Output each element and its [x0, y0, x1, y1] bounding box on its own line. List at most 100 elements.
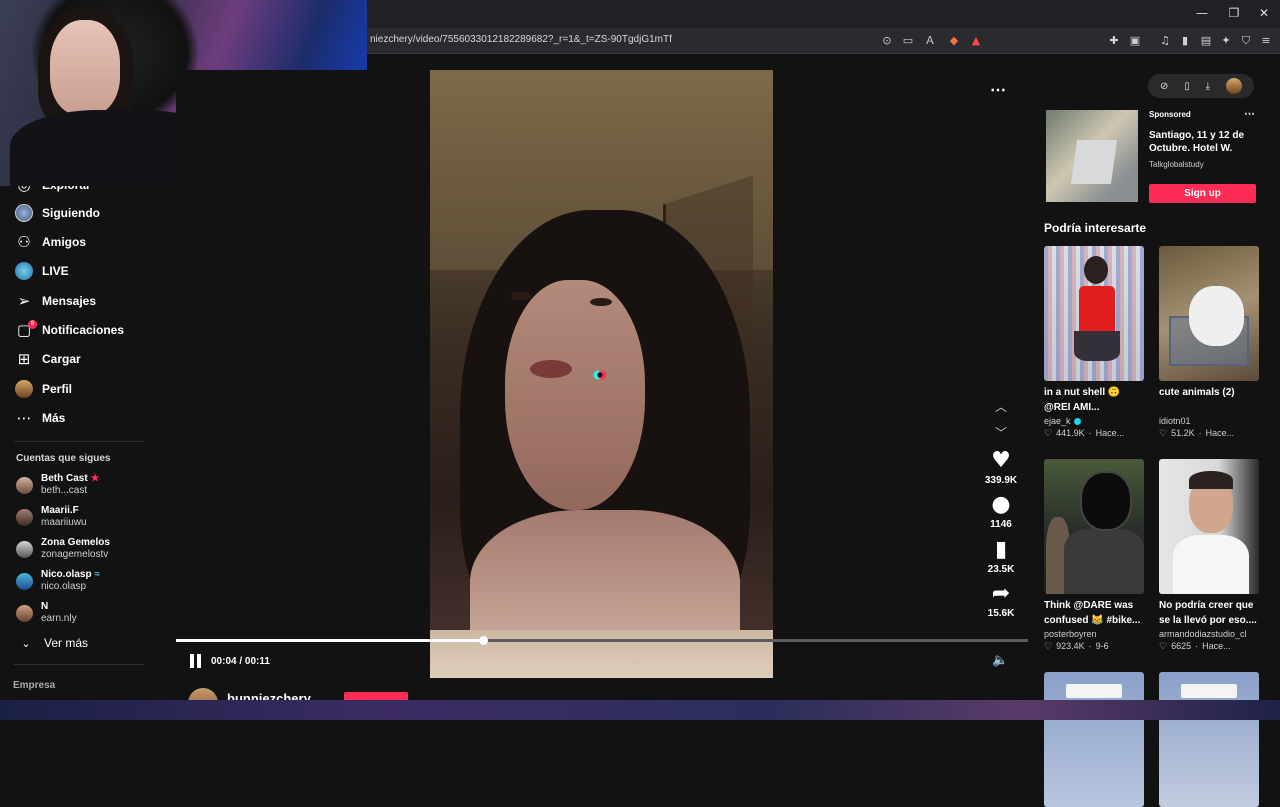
comment-button[interactable]: ● 1146: [980, 492, 1022, 531]
following-section-title: Cuentas que sigues: [16, 453, 111, 464]
card-thumbnail[interactable]: [1159, 672, 1259, 807]
card-author[interactable]: armandodiazstudio_cl: [1159, 629, 1247, 639]
card-author[interactable]: idiotn01: [1159, 416, 1191, 426]
menu-icon[interactable]: ≡: [1258, 33, 1274, 49]
extensions-icon[interactable]: ✚: [1106, 33, 1122, 49]
sidebar-item-label: Perfil: [42, 382, 73, 396]
save-count: 23.5K: [987, 564, 1015, 575]
vpn-icon[interactable]: ⛉: [1238, 33, 1254, 49]
restore-button[interactable]: ❐: [1224, 5, 1244, 21]
following-account[interactable]: Maarii.F maariiuwu: [16, 504, 87, 530]
sidebar-item-mensajes[interactable]: ➢ Mensajes: [14, 290, 96, 312]
heart-icon: ♥: [991, 448, 1011, 473]
ad-title[interactable]: Santiago, 11 y 12 de Octubre. Hotel W.: [1149, 129, 1261, 155]
suggestion-card[interactable]: Think @DARE was confused 😹 #bike... post…: [1044, 459, 1144, 652]
card-title[interactable]: Think @DARE was confused 😹 #bike...: [1044, 598, 1144, 628]
sidebar-item-live[interactable]: LIVE: [14, 260, 69, 282]
save-button[interactable]: ▮ 23.5K: [980, 538, 1022, 576]
progress-handle[interactable]: [479, 636, 488, 645]
download-icon[interactable]: ⤓: [1206, 81, 1210, 92]
coin-icon[interactable]: ⊘: [1160, 81, 1168, 92]
card-author[interactable]: posterboyren: [1044, 629, 1097, 639]
account-handle: beth...cast: [41, 485, 88, 496]
previous-video-icon[interactable]: ︿: [991, 398, 1011, 414]
suggestion-card[interactable]: in a nut shell 🙃 @REI AMI... ejae_k ♡ 441…: [1044, 246, 1144, 439]
card-thumbnail[interactable]: [1044, 246, 1144, 381]
card-date: Hace...: [1202, 641, 1231, 651]
card-likes: 6625: [1171, 641, 1192, 651]
sidebar-item-cargar[interactable]: ⊞ Cargar: [14, 348, 81, 370]
like-count: 339.9K: [984, 475, 1018, 486]
pause-icon[interactable]: [190, 654, 204, 668]
account-handle: maariiuwu: [41, 517, 87, 528]
heart-icon: ♡: [1044, 428, 1053, 438]
sidebar-item-label: Cargar: [42, 352, 81, 366]
sidebar-item-mas[interactable]: ⋯ Más: [14, 407, 66, 429]
suggestion-card[interactable]: [1044, 672, 1144, 807]
ai-icon[interactable]: ✦: [1218, 33, 1234, 49]
minimize-button[interactable]: —: [1192, 5, 1212, 21]
share-button[interactable]: ➦ 15.6K: [980, 582, 1022, 620]
company-link[interactable]: Empresa: [13, 680, 55, 691]
ad-thumbnail[interactable]: [1046, 110, 1138, 202]
rewards-icon[interactable]: ▲: [968, 33, 984, 49]
comment-icon: ●: [991, 492, 1011, 517]
profile-avatar: [14, 379, 34, 399]
suggestions-title: Podría interesarte: [1044, 221, 1147, 235]
more-options-icon[interactable]: ⋯: [990, 80, 1007, 100]
music-icon[interactable]: ♫: [1157, 33, 1173, 49]
see-more-button[interactable]: ⌄ Ver más: [16, 632, 88, 654]
following-account[interactable]: Nearn.nly: [16, 600, 77, 626]
sidebar-item-label: LIVE: [42, 264, 69, 278]
suggestion-card[interactable]: No podría creer que se la llevó por eso.…: [1159, 459, 1259, 652]
notification-badge: 8: [28, 320, 37, 329]
friends-icon: ⚇: [17, 233, 31, 251]
close-window-button[interactable]: ✕: [1254, 5, 1274, 21]
sidebar-item-siguiendo[interactable]: Siguiendo: [14, 202, 100, 224]
progress-fill: [176, 639, 483, 642]
card-likes: 51.2K: [1171, 428, 1195, 438]
user-avatar[interactable]: [1226, 78, 1242, 94]
screenshot-icon[interactable]: ▣: [1127, 33, 1143, 49]
card-title[interactable]: cute animals (2): [1159, 385, 1259, 415]
ad-advertiser: Talkglobalstudy: [1149, 160, 1204, 169]
loading-spinner-icon: [593, 370, 607, 380]
broadcast-icon[interactable]: ⊙: [879, 33, 895, 49]
suggestion-card[interactable]: [1159, 672, 1259, 807]
suggestion-card[interactable]: cute animals (2) idiotn01 ♡ 51.2K · Hace...: [1159, 246, 1259, 439]
account-name: Maarii.F: [41, 505, 79, 516]
card-thumbnail[interactable]: [1159, 459, 1259, 594]
signup-button[interactable]: Sign up: [1149, 184, 1256, 203]
like-button[interactable]: ♥ 339.9K: [980, 448, 1022, 487]
cast-icon[interactable]: ▭: [900, 33, 916, 49]
url-text[interactable]: niezchery/video/7556033012182289682?_r=1…: [370, 34, 672, 45]
following-account[interactable]: Nico.olasp ≈ nico.olasp: [16, 568, 100, 594]
phone-icon[interactable]: ▯: [1184, 81, 1190, 92]
sidebar-item-label: Mensajes: [42, 294, 97, 308]
translate-icon[interactable]: Ａ: [922, 33, 938, 49]
card-author[interactable]: ejae_k: [1044, 416, 1071, 426]
next-video-icon[interactable]: ﹀: [991, 424, 1011, 440]
sidebar-item-label: Siguiendo: [42, 206, 100, 220]
sidebar-item-label: Notificaciones: [42, 323, 125, 337]
volume-icon[interactable]: 🔈: [992, 653, 1008, 668]
following-account[interactable]: Zona Gemelos zonagemelostv: [16, 536, 110, 562]
sidebar-toggle-icon[interactable]: ▮: [1177, 33, 1193, 49]
divider: [14, 441, 144, 442]
wallet-icon[interactable]: ▤: [1198, 33, 1214, 49]
card-date: 9-6: [1095, 641, 1109, 651]
live-icon: [14, 261, 34, 281]
card-thumbnail[interactable]: [1159, 246, 1259, 381]
ad-more-icon[interactable]: ⋯: [1244, 107, 1255, 120]
brave-shield-icon[interactable]: ◆: [946, 33, 962, 49]
sidebar-item-amigos[interactable]: ⚇ Amigos: [14, 231, 86, 253]
account-name: Beth Cast: [41, 473, 88, 484]
following-account[interactable]: Beth Cast ★ beth...cast: [16, 472, 99, 498]
card-thumbnail[interactable]: [1044, 672, 1144, 807]
sidebar-item-perfil[interactable]: Perfil: [14, 378, 72, 400]
card-title[interactable]: No podría creer que se la llevó por eso.…: [1159, 598, 1259, 628]
card-thumbnail[interactable]: [1044, 459, 1144, 594]
card-title[interactable]: in a nut shell 🙃 @REI AMI...: [1044, 385, 1144, 415]
following-avatar: [14, 203, 34, 223]
more-icon: ⋯: [16, 409, 32, 427]
